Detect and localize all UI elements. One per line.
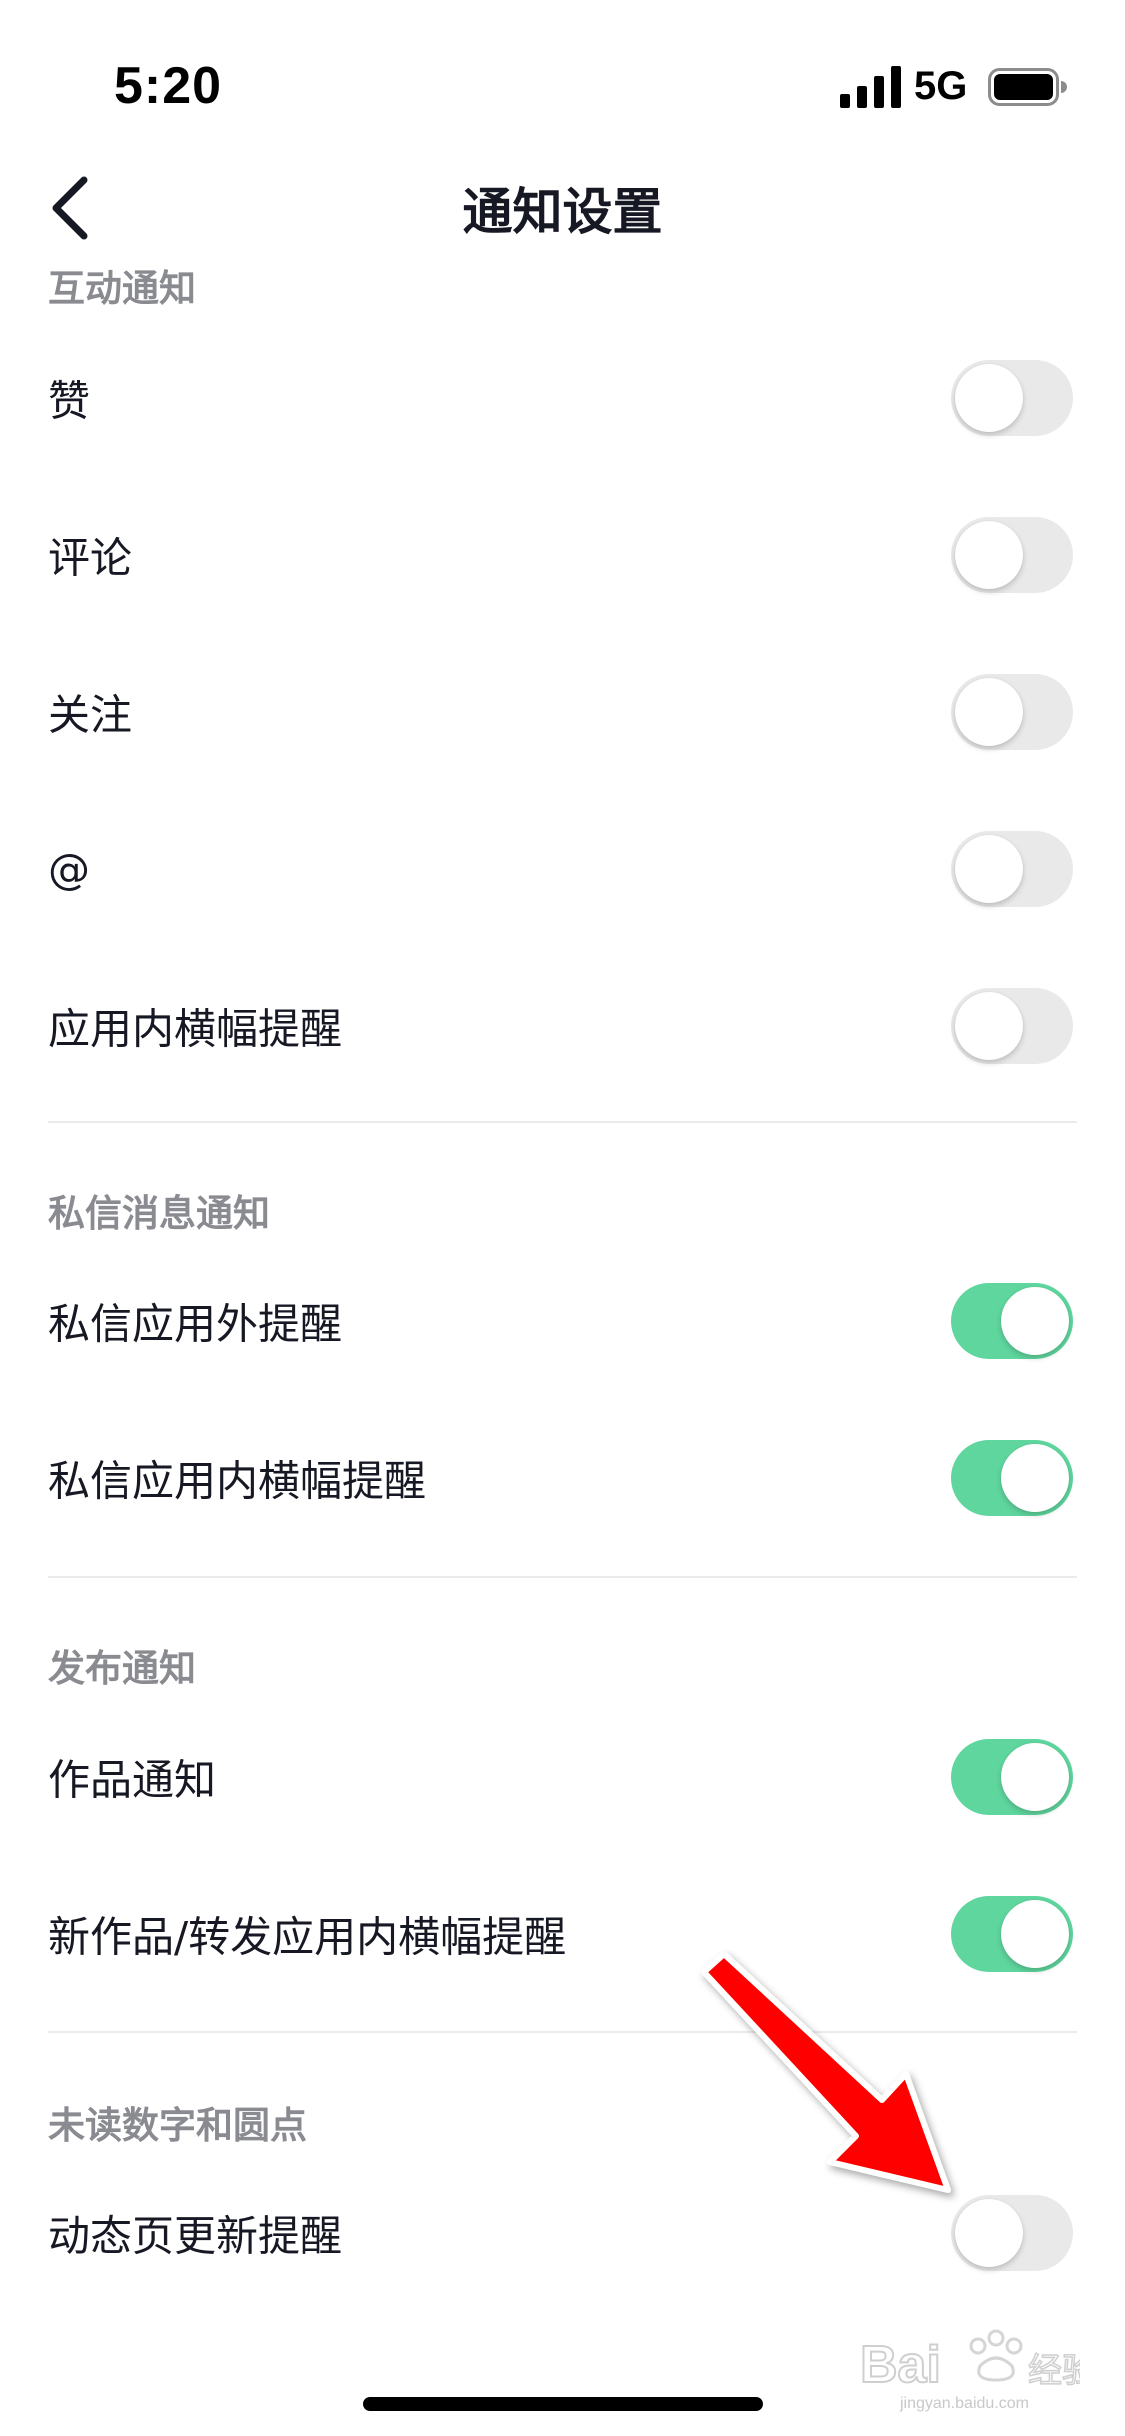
mention-toggle[interactable]: [951, 831, 1073, 907]
section-divider: [48, 1121, 1077, 1123]
setting-row-in-app-banner: 应用内横幅提醒: [0, 971, 1125, 1081]
setting-label: @: [48, 844, 90, 894]
toggle-knob: [1001, 1287, 1069, 1355]
setting-row-dm-in-app-banner: 私信应用内横幅提醒: [0, 1423, 1125, 1533]
setting-label: 赞: [48, 376, 91, 426]
setting-label: 作品通知: [48, 1755, 217, 1805]
status-time: 5:20: [114, 57, 223, 115]
section-header-unread: 未读数字和圆点: [48, 2104, 307, 2147]
section-header-interaction: 互动通知: [48, 267, 196, 310]
section-divider: [48, 1576, 1077, 1578]
follow-toggle[interactable]: [951, 674, 1073, 750]
toggle-knob: [955, 364, 1023, 432]
toggle-knob: [1001, 1743, 1069, 1811]
svg-text:Bai: Bai: [860, 2336, 941, 2394]
network-type-label: 5G: [914, 64, 968, 108]
setting-row-mention: @: [0, 814, 1125, 924]
toggle-knob: [1001, 1900, 1069, 1968]
watermark-url: jingyan.baidu.com: [900, 2395, 1029, 2412]
dm-outside-app-toggle[interactable]: [951, 1283, 1073, 1359]
setting-label: 动态页更新提醒: [48, 2211, 343, 2261]
setting-label: 新作品/转发应用内横幅提醒: [48, 1912, 567, 1962]
cellular-signal-icon: [840, 66, 901, 108]
setting-label: 应用内横幅提醒: [48, 1004, 343, 1054]
setting-row-works: 作品通知: [0, 1722, 1125, 1832]
battery-icon: [988, 68, 1067, 106]
works-notification-toggle[interactable]: [951, 1739, 1073, 1815]
navigation-bar: 通知设置: [0, 150, 1125, 260]
section-header-direct-message: 私信消息通知: [48, 1192, 270, 1235]
dm-in-app-banner-toggle[interactable]: [951, 1440, 1073, 1516]
setting-row-follow: 关注: [0, 657, 1125, 767]
svg-text:经验: 经验: [1028, 2351, 1080, 2391]
in-app-banner-toggle[interactable]: [951, 988, 1073, 1064]
page-title: 通知设置: [462, 183, 663, 241]
toggle-knob: [955, 521, 1023, 589]
setting-label: 评论: [48, 533, 133, 583]
toggle-knob: [1001, 1444, 1069, 1512]
toggle-knob: [955, 678, 1023, 746]
like-toggle[interactable]: [951, 360, 1073, 436]
home-indicator[interactable]: [363, 2397, 763, 2411]
setting-label: 关注: [48, 690, 133, 740]
toggle-knob: [955, 992, 1023, 1060]
annotation-arrow-icon: [701, 1951, 951, 2193]
setting-row-like: 赞: [0, 343, 1125, 453]
comment-toggle[interactable]: [951, 517, 1073, 593]
setting-row-comment: 评论: [0, 500, 1125, 610]
setting-row-dm-outside-app: 私信应用外提醒: [0, 1266, 1125, 1376]
toggle-knob: [955, 835, 1023, 903]
setting-label: 私信应用内横幅提醒: [48, 1456, 427, 1506]
status-bar: 5:20 5G: [0, 0, 1125, 150]
setting-label: 私信应用外提醒: [48, 1299, 343, 1349]
section-header-publish: 发布通知: [48, 1647, 196, 1690]
